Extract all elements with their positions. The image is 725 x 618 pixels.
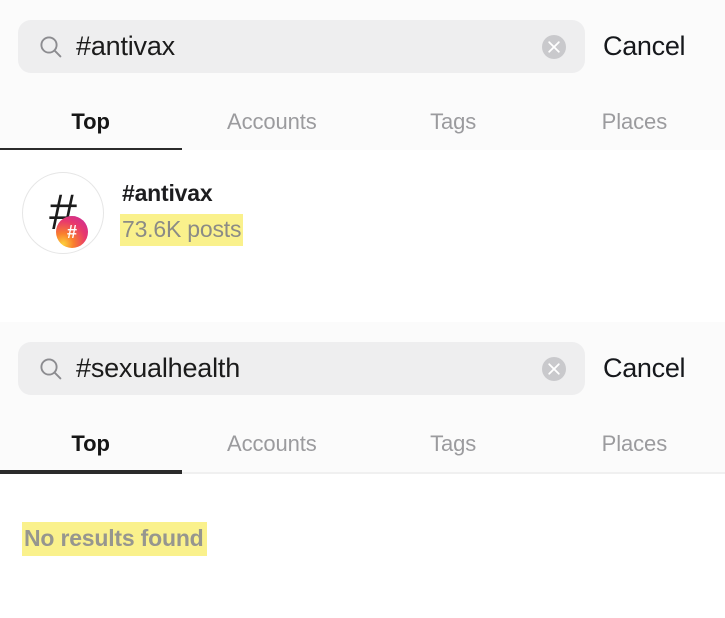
list-item[interactable]: # # #antivax 73.6K posts [0,160,725,270]
tab-places[interactable]: Places [544,416,725,472]
search-input-value[interactable]: #sexualhealth [76,342,240,395]
tab-top[interactable]: Top [0,416,181,472]
search-icon [38,356,64,382]
search-panel-antivax: #antivax Cancel Top Accounts Tags Places [0,0,725,300]
search-tabs: Top Accounts Tags Places [0,94,725,150]
search-tabs: Top Accounts Tags Places [0,416,725,472]
search-results-screen: #antivax Cancel Top Accounts Tags Places [0,0,725,618]
results-list: # # #antivax 73.6K posts [0,150,725,300]
search-bar-row: #sexualhealth Cancel [0,322,725,416]
result-post-count: 73.6K posts [120,214,244,246]
tab-places[interactable]: Places [544,94,725,150]
search-input-pill[interactable]: #antivax [18,20,585,73]
tab-accounts[interactable]: Accounts [181,416,362,472]
hashtag-badge-icon: # [56,216,88,248]
clear-search-icon[interactable] [542,357,566,381]
tab-tags[interactable]: Tags [363,416,544,472]
search-bar-row: #antivax Cancel [0,0,725,94]
cancel-button[interactable]: Cancel [603,20,686,73]
search-icon [38,34,64,60]
clear-search-icon[interactable] [542,35,566,59]
no-results-message: No results found [22,522,207,556]
tab-top[interactable]: Top [0,94,181,150]
tab-accounts[interactable]: Accounts [181,94,362,150]
cancel-button[interactable]: Cancel [603,342,686,395]
search-input-pill[interactable]: #sexualhealth [18,342,585,395]
result-title: #antivax [122,180,213,206]
search-panel-sexualhealth: #sexualhealth Cancel Top Accounts Tags P… [0,322,725,618]
badge-glyph: # [66,221,77,242]
search-input-value[interactable]: #antivax [76,20,175,73]
tab-tags[interactable]: Tags [363,94,544,150]
